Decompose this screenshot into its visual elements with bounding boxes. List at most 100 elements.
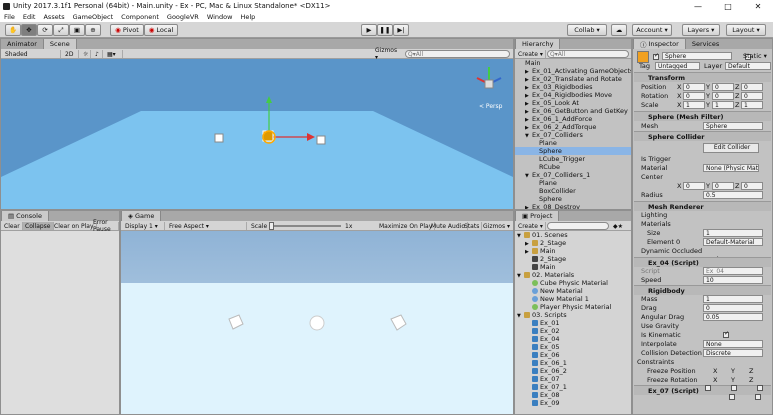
sphere-collider-header[interactable]: Sphere Collider (634, 131, 771, 141)
hierarchy-item[interactable]: ▶ Ex_06_2_AddTorque (515, 123, 631, 131)
menu-help[interactable]: Help (236, 13, 259, 21)
hierarchy-item[interactable]: LCube_Trigger (515, 155, 631, 163)
speed-field[interactable]: 10 (703, 276, 763, 284)
project-item[interactable]: ▼ 03. Scripts (515, 311, 631, 319)
rect-tool-button[interactable]: ▣ (69, 24, 85, 36)
center-y-field[interactable]: 0 (712, 182, 734, 190)
project-item[interactable]: Ex_07_1 (515, 383, 631, 391)
drag-field[interactable]: 0 (703, 304, 763, 312)
menu-file[interactable]: File (0, 13, 19, 21)
transform-header[interactable]: Transform (634, 72, 771, 82)
console-clear-on-play-button[interactable]: Clear on Play (52, 222, 97, 230)
freeze-position-x-checkbox[interactable] (705, 385, 711, 391)
project-create-button[interactable]: Create ▾ (516, 222, 546, 230)
position-z-field[interactable]: 0 (741, 83, 763, 91)
hierarchy-item[interactable]: BoxCollider (515, 187, 631, 195)
project-item[interactable]: Ex_09 (515, 399, 631, 407)
mesh-field[interactable]: Sphere (703, 122, 763, 130)
pivot-button[interactable]: ◉ Pivot (110, 24, 144, 36)
project-item[interactable]: Ex_07 (515, 375, 631, 383)
console-error-pause-button[interactable]: Error Pause (91, 219, 119, 233)
tab-inspector[interactable]: ⓘ Inspector (633, 39, 686, 49)
lighting-foldout[interactable]: Lighting (641, 211, 667, 219)
maximize-on-play-button[interactable]: Maximize On Play (377, 222, 436, 230)
layer-dropdown[interactable]: Default (725, 62, 771, 70)
mass-field[interactable]: 1 (703, 295, 763, 303)
account-button[interactable]: Account ▾ (632, 24, 672, 36)
filter-icon[interactable]: ◆★ (611, 222, 625, 230)
center-z-field[interactable]: 0 (741, 182, 763, 190)
display-dropdown[interactable]: Display 1 ▾ (123, 222, 165, 230)
game-gizmos-dropdown[interactable]: Gizmos ▾ (481, 222, 512, 230)
constraints-foldout[interactable]: Constraints (637, 358, 674, 366)
console-collapse-button[interactable]: Collapse (23, 222, 54, 230)
step-button[interactable]: ▶| (393, 24, 409, 36)
hierarchy-item[interactable]: ▶ Ex_05_Look At (515, 99, 631, 107)
hierarchy-item[interactable]: ▶ Ex_02_Translate and Rotate (515, 75, 631, 83)
game-view[interactable] (121, 231, 513, 414)
tab-project[interactable]: ▣ Project (515, 211, 560, 221)
scale-z-field[interactable]: 1 (741, 101, 763, 109)
hierarchy-item[interactable]: ▶ Ex_03_Rigidbodies (515, 83, 631, 91)
minimize-button[interactable]: — (683, 0, 713, 12)
menu-edit[interactable]: Edit (19, 13, 40, 21)
stats-button[interactable]: Stats (462, 222, 483, 230)
hierarchy-item[interactable]: ▶ Ex_04_Rigidbodies Move (515, 91, 631, 99)
edit-collider-button[interactable]: Edit Collider (703, 143, 759, 153)
project-item[interactable]: Player Physic Material (515, 303, 631, 311)
aspect-dropdown[interactable]: Free Aspect ▾ (167, 222, 247, 230)
freeze-position-y-checkbox[interactable] (731, 385, 737, 391)
transform-tool-button[interactable]: ⊕ (85, 24, 101, 36)
maximize-button[interactable]: □ (713, 0, 743, 12)
console-clear-button[interactable]: Clear (2, 222, 23, 230)
menu-component[interactable]: Component (117, 13, 163, 21)
hierarchy-item[interactable]: Main (515, 59, 631, 67)
material-field[interactable]: None (Physic Mate (703, 164, 759, 172)
rigidbody-header[interactable]: Rigidbody (634, 285, 771, 295)
project-item[interactable]: Ex_01 (515, 319, 631, 327)
project-item[interactable]: Main (515, 263, 631, 271)
close-button[interactable]: ✕ (743, 0, 773, 12)
tab-animator[interactable]: Animator (1, 39, 43, 49)
project-item[interactable]: Ex_06_1 (515, 359, 631, 367)
project-item[interactable]: ▼ 02. Materials (515, 271, 631, 279)
project-item[interactable]: 2_Stage (515, 255, 631, 263)
lighting-toggle-icon[interactable]: ☼ (81, 50, 91, 58)
hierarchy-item[interactable]: Sphere (515, 147, 631, 155)
project-item[interactable]: Ex_06_2 (515, 367, 631, 375)
hierarchy-item[interactable]: ▼ Ex_07_Colliders (515, 131, 631, 139)
project-item[interactable]: Ex_02 (515, 327, 631, 335)
tab-scene[interactable]: Scene (42, 39, 77, 49)
menu-gameobject[interactable]: GameObject (69, 13, 118, 21)
mesh-filter-header[interactable]: Sphere (Mesh Filter) (634, 111, 771, 121)
local-button[interactable]: ◉ Local (144, 24, 178, 36)
angular-drag-field[interactable]: 0.05 (703, 313, 763, 321)
tab-services[interactable]: Services (685, 39, 726, 49)
hierarchy-create-button[interactable]: Create ▾ (516, 50, 546, 58)
project-item[interactable]: New Material 1 (515, 295, 631, 303)
project-item[interactable]: Ex_06 (515, 351, 631, 359)
tag-dropdown[interactable]: Untagged (655, 62, 700, 70)
scene-viewport[interactable]: < Persp (1, 59, 513, 209)
tab-console[interactable]: ▤ Console (1, 211, 49, 221)
tab-game[interactable]: ◈ Game (121, 211, 162, 221)
menu-assets[interactable]: Assets (39, 13, 68, 21)
rotation-z-field[interactable]: 0 (741, 92, 763, 100)
scale-slider[interactable] (269, 222, 341, 230)
menu-window[interactable]: Window (203, 13, 237, 21)
hierarchy-item[interactable]: RCube (515, 163, 631, 171)
hierarchy-item[interactable]: Plane (515, 139, 631, 147)
ex07-script-header[interactable]: Ex_07 (Script) (634, 385, 771, 395)
collision-detection-dropdown[interactable]: Discrete (703, 349, 763, 357)
scale-x-field[interactable]: 1 (683, 101, 705, 109)
size-field[interactable]: 1 (703, 229, 763, 237)
use-gravity-checkbox[interactable] (723, 330, 729, 338)
foldout-arrow-icon[interactable]: ▶ (525, 204, 532, 209)
interpolate-dropdown[interactable]: None (703, 340, 763, 348)
hand-tool-button[interactable]: ✋ (5, 24, 21, 36)
center-x-field[interactable]: 0 (683, 182, 705, 190)
layout-button[interactable]: Layout ▾ (726, 24, 766, 36)
hierarchy-item[interactable]: ▶ Ex_08_Destroy (515, 203, 631, 209)
shading-dropdown[interactable]: Shaded (3, 50, 61, 58)
move-tool-button[interactable]: ✥ (21, 24, 37, 36)
